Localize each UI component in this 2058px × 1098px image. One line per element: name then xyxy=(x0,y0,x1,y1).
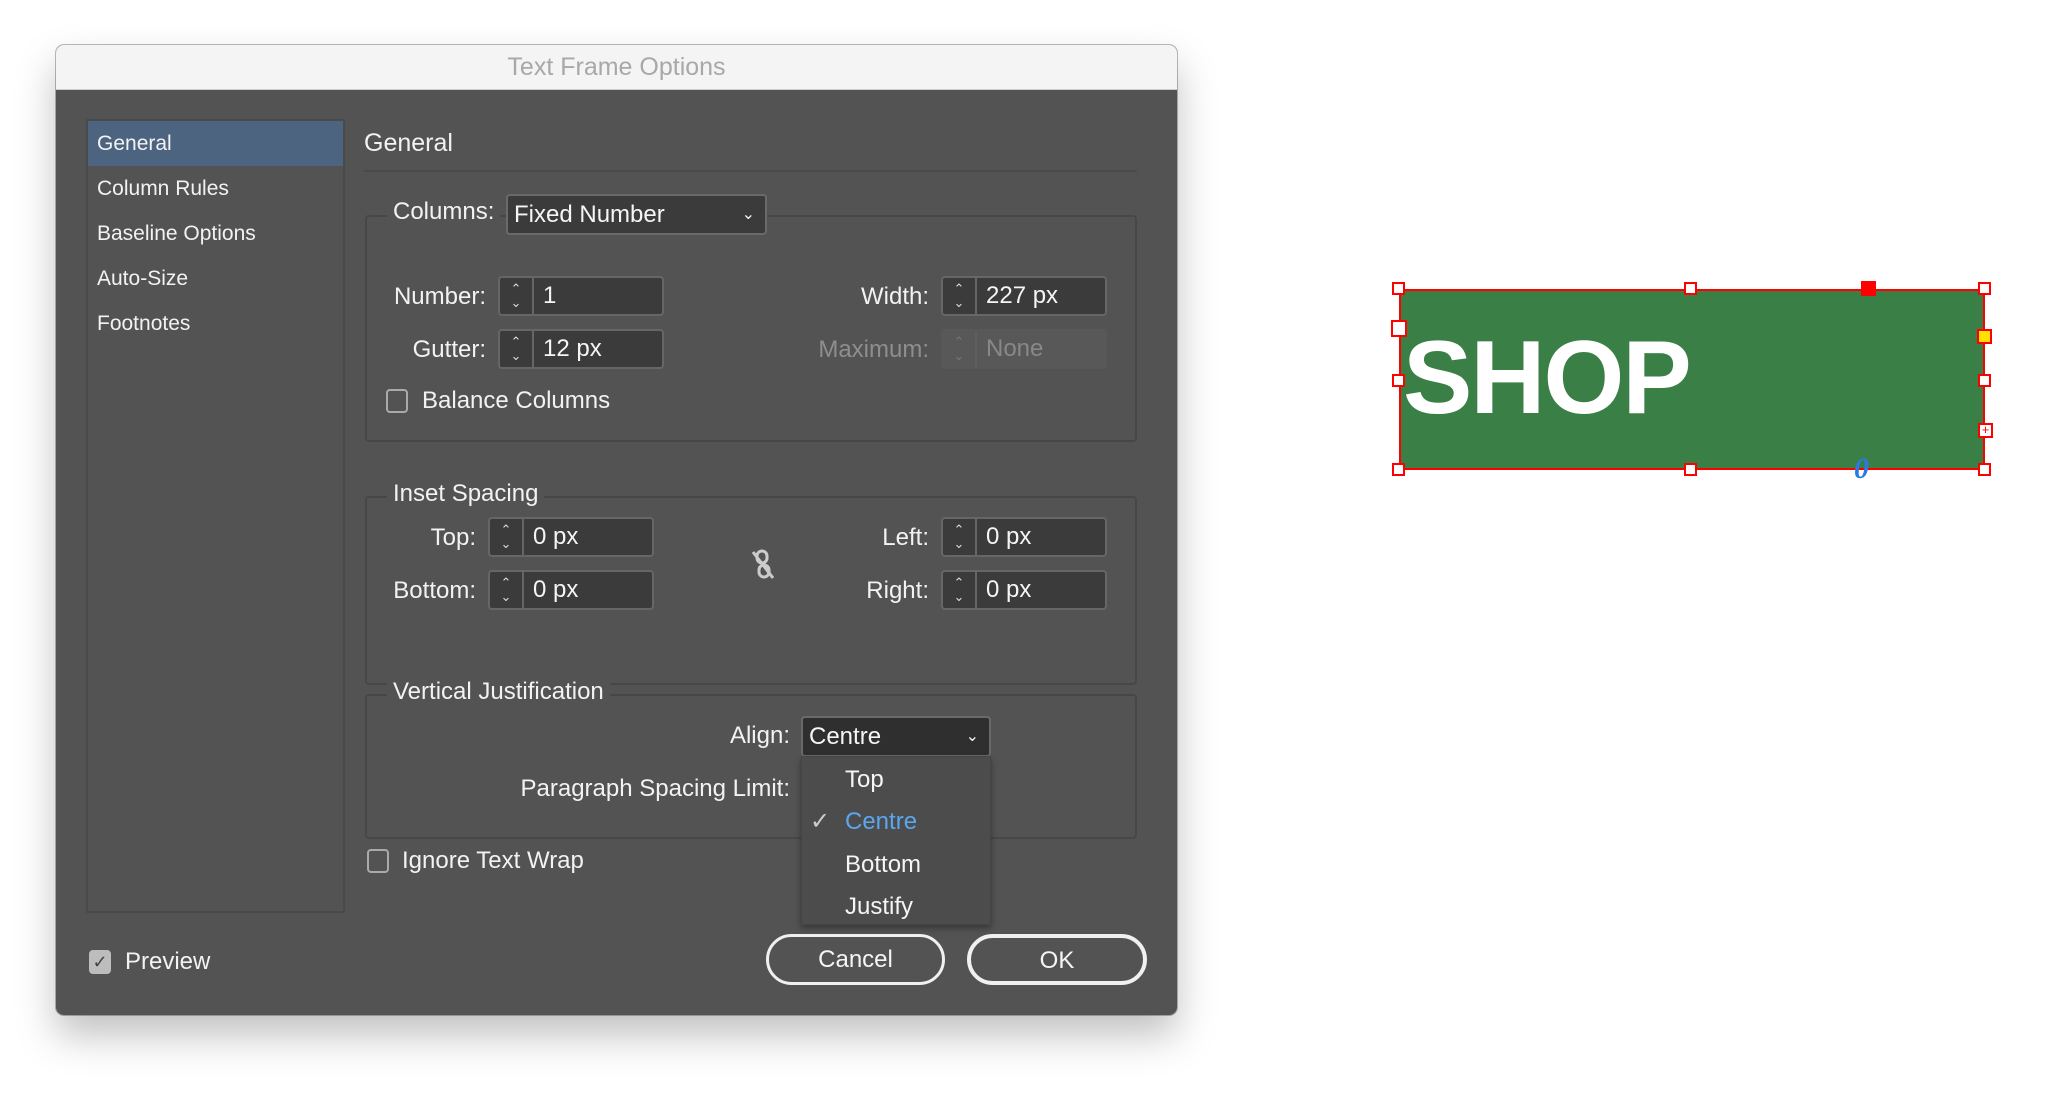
ok-button[interactable]: OK xyxy=(967,934,1147,985)
divider xyxy=(364,170,1137,172)
dialog-title: Text Frame Options xyxy=(56,45,1177,90)
stepper-arrows-icon[interactable]: ⌃ ⌄ xyxy=(943,572,977,608)
overset-plus-icon[interactable]: + xyxy=(1978,423,1993,438)
sidebar-item-general[interactable]: General xyxy=(88,121,343,166)
columns-label: Columns: xyxy=(387,198,501,226)
paragraph-spacing-limit-label: Paragraph Spacing Limit: xyxy=(520,775,790,802)
bottom-label: Bottom: xyxy=(393,577,476,604)
align-dropdown-menu: Top ✓ Centre Bottom Justify xyxy=(801,756,991,925)
columns-type-dropdown[interactable]: Fixed Number ⌄ xyxy=(506,194,767,235)
stepper-arrows-icon[interactable]: ⌃ ⌄ xyxy=(490,519,524,555)
section-heading: General xyxy=(364,129,453,157)
left-label: Left: xyxy=(882,524,929,551)
number-stepper[interactable]: ⌃ ⌄ 1 xyxy=(498,276,664,316)
gutter-stepper[interactable]: ⌃ ⌄ 12 px xyxy=(498,329,664,369)
sidebar-item-baseline-options[interactable]: Baseline Options xyxy=(88,211,343,256)
align-label: Align: xyxy=(729,722,790,749)
width-stepper[interactable]: ⌃ ⌄ 227 px xyxy=(941,276,1107,316)
stepper-arrows-icon[interactable]: ⌃ ⌄ xyxy=(943,278,977,314)
stepper-arrows-icon[interactable]: ⌃ ⌄ xyxy=(500,331,534,367)
in-port-handle[interactable] xyxy=(1391,320,1407,337)
ignore-text-wrap-checkbox[interactable] xyxy=(367,849,389,873)
align-dropdown[interactable]: Centre ⌄ xyxy=(801,716,991,757)
edge-handle[interactable] xyxy=(1684,282,1697,295)
preview-checkbox[interactable]: ✓ xyxy=(89,950,111,974)
top-label: Top: xyxy=(430,524,476,551)
align-value: Centre xyxy=(809,723,882,750)
text-frame[interactable]: SHOP xyxy=(1399,289,1985,470)
edge-handle[interactable] xyxy=(1978,374,1991,387)
columns-type-value: Fixed Number xyxy=(514,201,665,228)
overflow-indicator-icon: 0 xyxy=(1854,452,1869,485)
edge-handle[interactable] xyxy=(1392,374,1405,387)
balance-columns-label: Balance Columns xyxy=(422,387,611,414)
corner-handle[interactable] xyxy=(1978,282,1991,295)
maximum-stepper: ⌃ ⌄ None xyxy=(941,329,1107,369)
menu-item-centre[interactable]: ✓ Centre xyxy=(802,802,990,842)
menu-item-justify[interactable]: Justify xyxy=(802,887,990,927)
broken-chain-icon[interactable] xyxy=(750,548,776,580)
stepper-arrows-icon[interactable]: ⌃ ⌄ xyxy=(500,278,534,314)
bottom-inset-stepper[interactable]: ⌃ ⌄ 0 px xyxy=(488,570,654,610)
corner-handle[interactable] xyxy=(1392,282,1405,295)
gutter-label: Gutter: xyxy=(412,336,486,363)
sidebar: General Column Rules Baseline Options Au… xyxy=(86,119,345,913)
cancel-button[interactable]: Cancel xyxy=(766,934,945,985)
chevron-down-icon: ⌄ xyxy=(965,728,979,745)
live-corner-handle[interactable] xyxy=(1977,329,1992,344)
ignore-text-wrap-label: Ignore Text Wrap xyxy=(402,847,584,874)
text-frame-options-dialog: Text Frame Options General Column Rules … xyxy=(56,45,1177,1015)
sidebar-item-column-rules[interactable]: Column Rules xyxy=(88,166,343,211)
inset-spacing-legend: Inset Spacing xyxy=(387,480,545,508)
vertical-justification-legend: Vertical Justification xyxy=(387,678,610,706)
maximum-label: Maximum: xyxy=(818,336,929,363)
corner-handle[interactable] xyxy=(1392,463,1405,476)
corner-handle[interactable] xyxy=(1978,463,1991,476)
vertical-justification-group xyxy=(365,694,1137,839)
preview-label: Preview xyxy=(125,948,211,975)
chevron-down-icon: ⌄ xyxy=(741,206,755,223)
stepper-arrows-icon: ⌃ ⌄ xyxy=(943,331,977,367)
stepper-arrows-icon[interactable]: ⌃ ⌄ xyxy=(490,572,524,608)
menu-item-bottom[interactable]: Bottom xyxy=(802,845,990,885)
balance-columns-checkbox[interactable] xyxy=(386,389,408,413)
anchor-handle[interactable] xyxy=(1861,281,1876,296)
top-inset-stepper[interactable]: ⌃ ⌄ 0 px xyxy=(488,517,654,557)
menu-item-top[interactable]: Top xyxy=(802,760,990,800)
right-label: Right: xyxy=(866,577,929,604)
number-label: Number: xyxy=(393,283,486,310)
edge-handle[interactable] xyxy=(1684,463,1697,476)
left-inset-stepper[interactable]: ⌃ ⌄ 0 px xyxy=(941,517,1107,557)
frame-text: SHOP xyxy=(1403,320,1692,436)
checkmark-icon: ✓ xyxy=(810,808,831,835)
right-inset-stepper[interactable]: ⌃ ⌄ 0 px xyxy=(941,570,1107,610)
stepper-arrows-icon[interactable]: ⌃ ⌄ xyxy=(943,519,977,555)
width-label: Width: xyxy=(860,283,929,310)
